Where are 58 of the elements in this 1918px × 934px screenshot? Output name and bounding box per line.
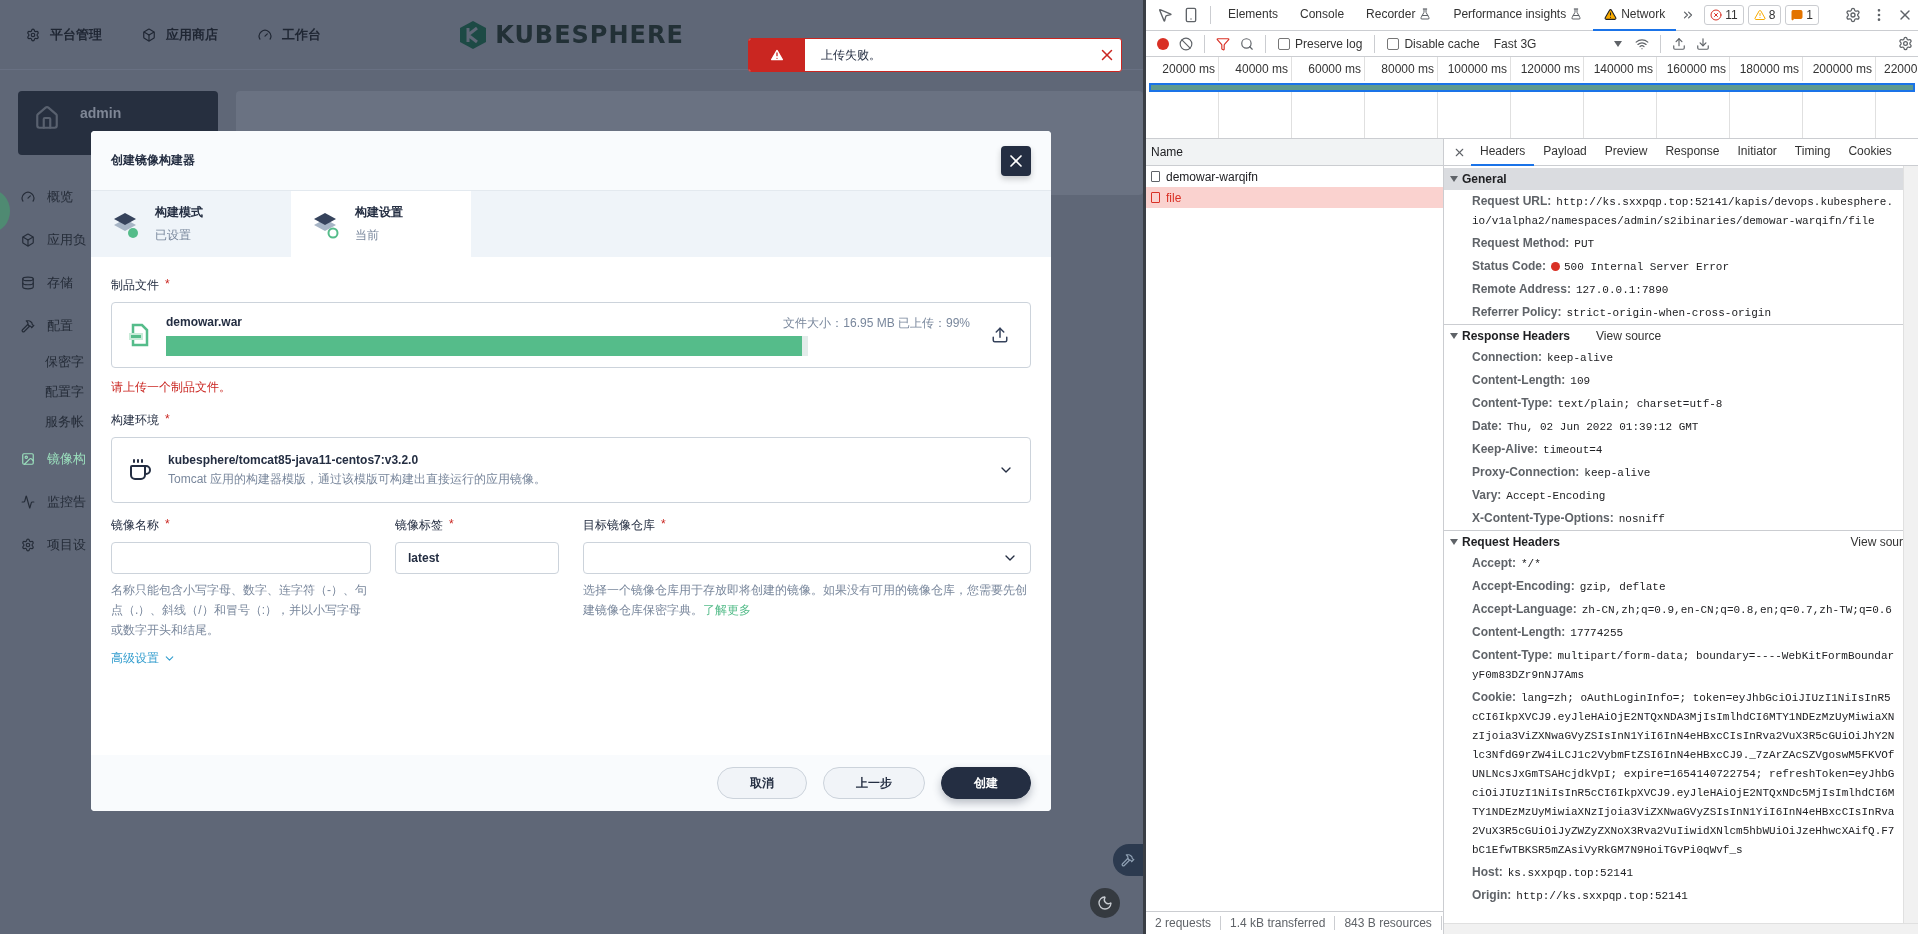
timeline-tick: 200000 ms [1803, 57, 1876, 81]
workspace-name: admin [80, 105, 122, 121]
status-text: 843 B resources [1335, 916, 1442, 930]
header-row-text: Content-Length: 109 [1471, 372, 1592, 389]
header-row-text: Connection: keep-alive [1471, 349, 1614, 366]
timeline-tick: 22000 [1883, 61, 1918, 78]
step-status: 已设置 [155, 227, 192, 244]
error-message: 请上传一个制品文件。 [111, 379, 232, 396]
header-row-text: Origin: http://ks.sxxpqp.top:52141 [1471, 887, 1689, 904]
status-text: 2 requests [1146, 916, 1222, 930]
status-text: 1.4 kB transferred [1221, 916, 1336, 930]
timeline-tick: 140000 ms [1584, 57, 1657, 81]
file-info: 文件大小：16.95 MB 已上传：99% [783, 314, 970, 332]
timeline-tick: 120000 ms [1511, 57, 1584, 81]
step-title: 构建设置 [355, 204, 403, 221]
timeline-tick: 160000 ms [1657, 57, 1730, 81]
modal-title: 创建镜像构建器 [111, 152, 195, 169]
field-label: 目标镜像仓库 [583, 517, 655, 534]
header-row-text: Date: Thu, 02 Jun 2022 01:39:12 GMT [1471, 418, 1700, 435]
environment-name: kubesphere/tomcat85-java11-centos7:v3.2.0 [168, 452, 420, 467]
required-mark: * [165, 277, 170, 293]
header-row-text: Referrer Policy: strict-origin-when-cross-origin [1471, 304, 1772, 321]
timeline-tick: 180000 ms [1730, 57, 1803, 81]
file-name: demowar.war [166, 314, 243, 331]
timeline-tick: 20000 ms [1146, 57, 1219, 81]
help-text: 名称只能包含小写字母、数字、连字符（-）、句点（.）、斜线（/）和冒号（:），并以小写字母或数字开头和结尾。 [111, 582, 368, 639]
environment-description: Tomcat 应用的构建器模版，通过该模版可构建出直接运行的应用镜像。 [168, 470, 547, 488]
field-label: 构建环境 [111, 412, 159, 429]
field-label: 镜像标签 [395, 517, 443, 534]
required-mark: * [661, 517, 666, 533]
header-row-text: Host: ks.sxxpqp.top:52141 [1471, 864, 1635, 881]
header-row-text: Content-Type: text/plain; charset=utf-8 [1471, 395, 1724, 412]
header-row-text: Accept-Encoding: gzip, deflate [1471, 578, 1667, 595]
header-row-text: Content-Length: 17774255 [1471, 624, 1625, 641]
header-row-text: X-Content-Type-Options: nosniff [1471, 510, 1666, 527]
header-row-text: Proxy-Connection: keep-alive [1471, 464, 1652, 481]
header-row-text: Vary: Accept-Encoding [1471, 487, 1607, 504]
timeline-tick: 80000 ms [1365, 57, 1438, 81]
toast-message: 上传失败。 [820, 46, 882, 64]
required-mark: * [449, 517, 454, 533]
field-label: 制品文件 [111, 277, 159, 294]
timeline-tick: 100000 ms [1438, 57, 1511, 81]
field-label: 镜像名称 [111, 517, 159, 534]
required-mark: * [165, 412, 170, 428]
step-status: 当前 [355, 227, 380, 244]
timeline-tick: 40000 ms [1219, 57, 1292, 81]
header-row-text: Request Method: PUT [1471, 235, 1596, 252]
required-mark: * [165, 517, 170, 533]
header-row-text: Accept: */* [1471, 555, 1542, 572]
header-row-text: Request URL: http://ks.sxxpqp.top:52141/kapis/devops.kubesphere.io/v1alpha2/namespaces/admin/s2ibinaries/demowar-warqifn/file [1471, 193, 1894, 229]
header-row-text: Remote Address: 127.0.0.1:7890 [1471, 281, 1670, 298]
header-row-text: Keep-Alive: timeout=4 [1471, 441, 1604, 458]
step-title: 构建模式 [155, 204, 203, 221]
header-row-text: Status Code: 500 Internal Server Error [1471, 258, 1731, 275]
timeline-tick: 60000 ms [1292, 57, 1365, 81]
header-row-text: Accept-Language: zh-CN,zh;q=0.9,en-CN;q=0.8,en;q=0.7,zh-TW;q=0.6 [1471, 601, 1893, 618]
help-text: 选择一个镜像仓库用于存放即将创建的镜像。如果没有可用的镜像仓库，您需要先创建镜像仓库保密字典。了解更多 [583, 582, 1028, 619]
logo-text: KUBESPHERE [495, 20, 684, 49]
